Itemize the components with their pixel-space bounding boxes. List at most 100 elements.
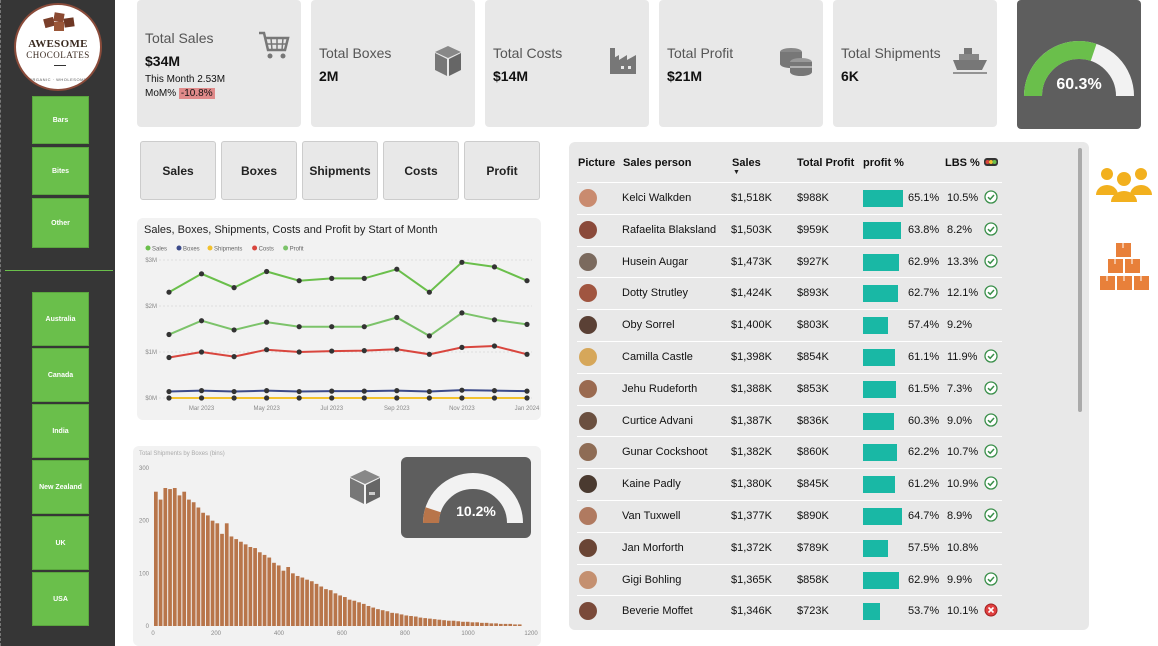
cell-sales-person: Kaine Padly — [622, 478, 681, 491]
filter-usa-button[interactable]: USA — [32, 572, 89, 626]
tab-sales[interactable]: Sales — [140, 141, 216, 200]
cell-total-profit: $789K — [797, 541, 829, 554]
table-row[interactable]: Jan Morforth $1,372K $789K 57.5% 10.8% — [577, 531, 1002, 564]
check-circle-icon — [984, 253, 998, 268]
histogram-bar — [498, 623, 503, 626]
line-chart-panel: Sales, Boxes, Shipments, Costs and Profi… — [137, 218, 541, 420]
histogram-bar — [196, 507, 201, 626]
data-point — [459, 387, 465, 393]
profit-pct-bar — [863, 317, 888, 335]
kpi-total-boxes: Total Boxes 2M — [311, 0, 475, 127]
filter-bites-button[interactable]: Bites — [32, 147, 89, 195]
tab-costs[interactable]: Costs — [383, 141, 459, 200]
histogram-bar — [494, 623, 498, 626]
series-line-costs — [168, 345, 528, 359]
data-point — [231, 395, 237, 401]
cell-profit-pct: 61.1% — [908, 351, 940, 363]
filter-india-button[interactable]: India — [32, 404, 89, 458]
box-icon — [350, 470, 380, 504]
cell-sales: $1,387K — [731, 414, 772, 427]
cell-sales: $1,382K — [731, 446, 772, 459]
profit-pct-bar — [863, 349, 896, 366]
table-row[interactable]: Dotty Strutley $1,424K $893K 62.7% 12.1% — [577, 277, 1002, 309]
column-header-picture[interactable]: Picture — [578, 157, 615, 169]
filter-uk-button[interactable]: UK — [32, 516, 89, 570]
table-row[interactable]: Kaine Padly $1,380K $845K 61.2% 10.9% — [577, 468, 1002, 500]
table-row[interactable]: Kelci Walkden $1,518K $988K 65.1% 10.5% — [577, 182, 1002, 214]
kpi-total-shipments: Total Shipments 6K — [833, 0, 997, 127]
profit-pct-bar — [863, 508, 903, 525]
histogram-bar — [380, 610, 385, 626]
avatar — [579, 284, 597, 303]
cell-profit-pct: 60.3% — [908, 414, 940, 427]
cell-total-profit: $803K — [797, 319, 829, 332]
column-header-total-profit[interactable]: Total Profit — [797, 157, 854, 169]
data-point — [491, 388, 498, 394]
column-header-sales-person[interactable]: Sales person — [623, 157, 691, 169]
data-point — [264, 319, 270, 325]
data-point — [166, 354, 172, 361]
svg-text:Sales: Sales — [152, 247, 167, 253]
profit-pct-bar — [863, 603, 881, 621]
table-scrollbar[interactable] — [1078, 148, 1082, 412]
profit-margin-gauge-card: 60.3% — [1017, 0, 1141, 129]
filter-new-zealand-button[interactable]: New Zealand — [32, 460, 89, 514]
data-point — [426, 333, 432, 339]
histogram-bar — [465, 621, 470, 626]
histogram-bar — [503, 623, 508, 626]
histogram-bar — [333, 593, 338, 626]
column-header-profit-pct[interactable]: profit % — [863, 157, 904, 169]
table-row[interactable]: Husein Augar $1,473K $927K 62.9% 13.3% — [577, 245, 1002, 278]
cell-sales: $1,372K — [731, 541, 772, 554]
cell-sales-person: Kelci Walkden — [622, 192, 692, 204]
column-header-sales[interactable]: Sales — [732, 157, 761, 169]
tab-boxes[interactable]: Boxes — [221, 141, 297, 200]
filter-bars-button[interactable]: Bars — [32, 96, 89, 144]
histogram-bar — [172, 488, 177, 626]
check-circle-icon — [984, 508, 998, 522]
legend-item-profit: Profit — [283, 245, 304, 253]
traffic-light-icon — [984, 158, 998, 166]
cell-total-profit: $893K — [797, 287, 829, 300]
filter-other-button[interactable]: Other — [32, 198, 89, 248]
filter-australia-button[interactable]: Australia — [32, 292, 89, 346]
histogram-bar — [394, 613, 399, 626]
column-header-lbs-pct[interactable]: LBS % — [945, 157, 980, 169]
cell-lbs-pct: 10.7% — [947, 446, 979, 459]
svg-text:Boxes: Boxes — [183, 247, 200, 253]
y-tick-label: 200 — [139, 519, 150, 525]
histogram-bar — [187, 499, 191, 626]
cell-total-profit: $854K — [797, 351, 829, 363]
table-row[interactable]: Curtice Advani $1,387K $836K 60.3% 9.0% — [577, 404, 1002, 437]
cell-sales: $1,518K — [731, 192, 772, 204]
table-row[interactable]: Van Tuxwell $1,377K $890K 64.7% 8.9% — [577, 500, 1002, 532]
x-tick-label: 1000 — [461, 631, 475, 637]
kpi-mom-label: MoM% — [145, 88, 177, 99]
histogram-bar — [347, 599, 352, 626]
data-point — [198, 271, 205, 277]
table-row[interactable]: Oby Sorrel $1,400K $803K 57.4% 9.2% — [577, 309, 1002, 341]
table-row[interactable]: Rafaelita Blaksland $1,503K $959K 63.8% 8.2% — [577, 213, 1002, 246]
sales-person-table: Picture Sales person Sales ▼ Total Profi… — [569, 142, 1089, 630]
histogram-bar — [253, 548, 257, 626]
table-row[interactable]: Gigi Bohling $1,365K $858K 62.9% 9.9% — [577, 563, 1002, 596]
y-tick-label: $2M — [145, 304, 157, 310]
histogram-bar — [352, 600, 357, 626]
table-row[interactable]: Gunar Cockshoot $1,382K $860K 62.2% 10.7% — [577, 436, 1002, 468]
histogram-bar — [324, 589, 328, 626]
kpi-label: Total Sales — [145, 30, 214, 46]
table-row[interactable]: Jehu Rudeforth $1,388K $853K 61.5% 7.3% — [577, 372, 1002, 405]
cell-sales: $1,473K — [731, 255, 772, 268]
cell-sales: $1,346K — [731, 605, 772, 618]
svg-text:Profit: Profit — [290, 247, 304, 253]
table-row[interactable]: Camilla Castle $1,398K $854K 61.1% 11.9% — [577, 341, 1002, 373]
filter-canada-button[interactable]: Canada — [32, 348, 89, 402]
histogram-bar — [286, 567, 291, 626]
tab-profit[interactable]: Profit — [464, 141, 540, 200]
tab-shipments[interactable]: Shipments — [302, 141, 378, 200]
y-tick-label: $3M — [145, 258, 157, 264]
cell-profit-pct: 57.4% — [908, 319, 940, 332]
table-row[interactable]: Beverie Moffet $1,346K $723K 53.7% 10.1% — [577, 595, 1002, 627]
data-point — [264, 268, 270, 275]
shipments-gauge — [423, 473, 523, 524]
